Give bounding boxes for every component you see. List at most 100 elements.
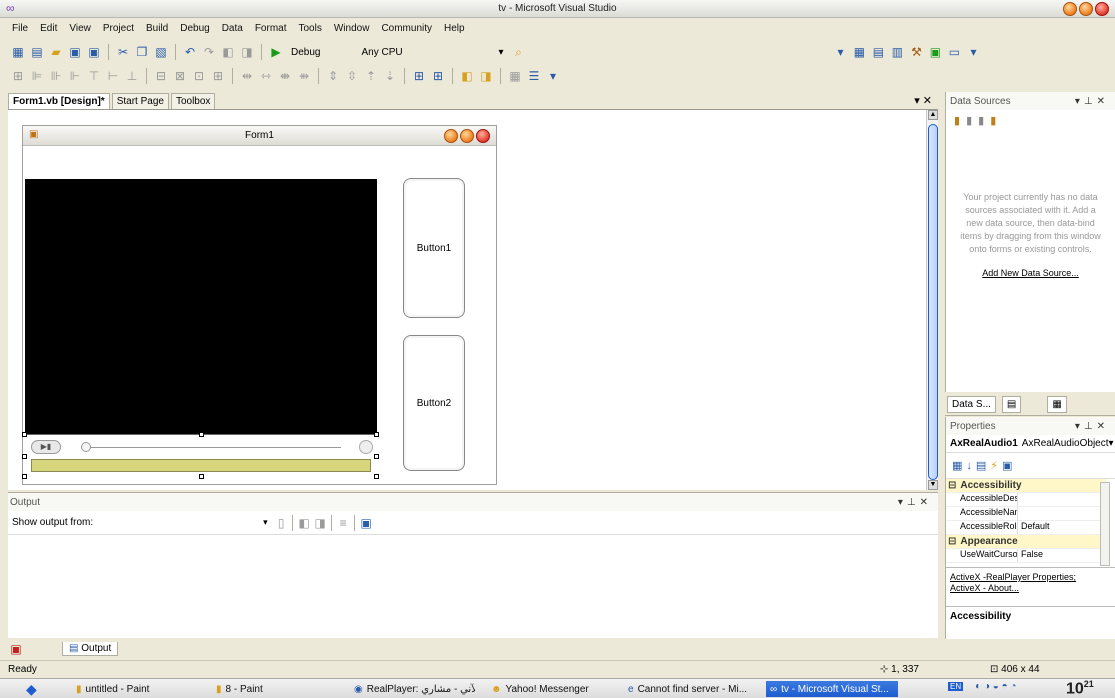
categorized-icon[interactable]: ▦: [952, 459, 962, 472]
prop-row[interactable]: UseWaitCursor False: [946, 549, 1106, 563]
decrease-h-spacing-icon[interactable]: ⇼: [277, 68, 293, 84]
configure-dataset-icon[interactable]: ▮: [978, 115, 990, 127]
realplayer-properties-link[interactable]: ActiveX -RealPlayer Properties;: [950, 572, 1111, 583]
tab-solution-explorer-icon[interactable]: ▤: [1001, 396, 1022, 413]
align-centers-icon[interactable]: ⊪: [48, 68, 64, 84]
panel-pin-close-icon[interactable]: ▾⊥✕: [898, 497, 932, 508]
find-in-files-icon[interactable]: ⌕: [510, 44, 526, 60]
task-yahoo-messenger[interactable]: ☻ Yahoo! Messenger: [487, 681, 593, 697]
task-browser[interactable]: e Cannot find server - Mi...: [624, 681, 751, 697]
selection-handle[interactable]: [199, 474, 204, 479]
paste-icon[interactable]: ▧: [153, 44, 169, 60]
menu-file[interactable]: File: [6, 23, 34, 34]
prop-value[interactable]: [1018, 493, 1021, 506]
add-item-icon[interactable]: ▤: [29, 44, 45, 60]
increase-h-spacing-icon[interactable]: ⇿: [258, 68, 274, 84]
events-icon[interactable]: ⚡: [990, 459, 998, 472]
menu-help[interactable]: Help: [438, 23, 471, 34]
make-same-width-icon[interactable]: ⊟: [153, 68, 169, 84]
start-debug-icon[interactable]: ▶: [268, 44, 284, 60]
menu-view[interactable]: View: [63, 23, 97, 34]
designer-scrollbar[interactable]: ▲ ▼: [926, 110, 938, 490]
close-button[interactable]: [1095, 2, 1109, 16]
selection-handle[interactable]: [22, 432, 27, 437]
align-middles-icon[interactable]: ⊢: [105, 68, 121, 84]
prop-category-appearance[interactable]: ⊟ Appearance: [946, 535, 1106, 549]
menu-data[interactable]: Data: [216, 23, 249, 34]
start-button-icon[interactable]: ◆: [26, 681, 37, 698]
start-page-icon[interactable]: ▣: [927, 44, 943, 60]
scrollbar-thumb[interactable]: [928, 124, 938, 480]
new-project-icon[interactable]: ▦: [10, 44, 26, 60]
copy-icon[interactable]: ❐: [134, 44, 150, 60]
tab-output[interactable]: ▤ Output: [62, 642, 119, 656]
refresh-icon[interactable]: ▮: [990, 115, 1002, 127]
tab-order-icon[interactable]: ▦: [507, 68, 523, 84]
property-grid-scrollbar[interactable]: [1100, 482, 1110, 566]
selection-handle[interactable]: [374, 432, 379, 437]
decrease-v-spacing-icon[interactable]: ⇡: [363, 68, 379, 84]
output-source-select[interactable]: ▾: [263, 517, 273, 528]
button1[interactable]: Button1: [403, 178, 465, 318]
clear-all-icon[interactable]: ≡: [335, 515, 351, 531]
menu-project[interactable]: Project: [97, 23, 140, 34]
align-bottoms-icon[interactable]: ⊥: [124, 68, 140, 84]
undo-icon[interactable]: ↶: [182, 44, 198, 60]
menu-community[interactable]: Community: [375, 23, 438, 34]
remove-v-spacing-icon[interactable]: ⇣: [382, 68, 398, 84]
collapse-icon[interactable]: ⊟: [948, 536, 956, 547]
play-pause-icon[interactable]: ▶▮: [31, 440, 61, 454]
solution-explorer-icon[interactable]: ▦: [851, 44, 867, 60]
tray-icons[interactable]: ◐ ◑ ◒ ◓ ◔: [975, 681, 1016, 692]
realaudio-controls[interactable]: ▶▮: [25, 434, 377, 458]
selection-handle[interactable]: [374, 454, 379, 459]
selection-handle[interactable]: [374, 474, 379, 479]
properties-window-icon[interactable]: ▤: [870, 44, 886, 60]
word-wrap-icon[interactable]: ▣: [358, 515, 374, 531]
prop-row[interactable]: AccessibleDesc: [946, 493, 1106, 507]
collapse-icon[interactable]: ⊟: [948, 480, 956, 491]
selection-handle[interactable]: [22, 474, 27, 479]
tab-data-sources[interactable]: Data S...: [947, 396, 996, 413]
tab-form1-design[interactable]: Form1.vb [Design]*: [8, 93, 110, 109]
toolbar-options-icon[interactable]: ▾: [965, 44, 981, 60]
alphabetical-icon[interactable]: ↓: [966, 460, 972, 472]
navigate-forward-icon[interactable]: ◨: [239, 44, 255, 60]
menu-build[interactable]: Build: [140, 23, 174, 34]
language-indicator[interactable]: EN: [948, 682, 964, 691]
prop-value[interactable]: [1018, 507, 1021, 520]
tab-start-page[interactable]: Start Page: [111, 93, 169, 109]
object-browser-icon[interactable]: ▥: [889, 44, 905, 60]
cut-icon[interactable]: ✂: [115, 44, 131, 60]
tab-toolbox[interactable]: Toolbox: [170, 93, 216, 109]
maximize-button[interactable]: [1079, 2, 1093, 16]
edit-dataset-icon[interactable]: ▮: [966, 115, 978, 127]
platform-select[interactable]: Any CPU ▾: [357, 47, 507, 58]
vertical-spacing-icon[interactable]: ⇕: [325, 68, 341, 84]
add-new-data-source-link[interactable]: Add New Data Source...: [946, 268, 1115, 278]
make-same-height-icon[interactable]: ⊠: [172, 68, 188, 84]
redo-icon[interactable]: ↷: [201, 44, 217, 60]
task-8-paint[interactable]: ▮ 8 - Paint: [212, 681, 267, 697]
horizontal-spacing-icon[interactable]: ⇹: [239, 68, 255, 84]
prop-row[interactable]: AccessibleNam: [946, 507, 1106, 521]
menu-debug[interactable]: Debug: [174, 23, 215, 34]
clock[interactable]: 1021: [1066, 679, 1094, 698]
position-track[interactable]: [81, 447, 341, 448]
go-to-line-icon[interactable]: ▯: [273, 515, 289, 531]
selection-handle[interactable]: [199, 432, 204, 437]
save-icon[interactable]: ▣: [67, 44, 83, 60]
property-pages-icon[interactable]: ▣: [1002, 459, 1012, 472]
solution-config-select[interactable]: Debug: [287, 47, 324, 58]
position-slider-knob[interactable]: [81, 442, 91, 452]
find-next-icon[interactable]: ◨: [312, 515, 328, 531]
center-vertically-icon[interactable]: ⊞: [430, 68, 446, 84]
task-untitled-paint[interactable]: ▮ untitled - Paint: [72, 681, 153, 697]
selection-handle[interactable]: [22, 454, 27, 459]
menu-format[interactable]: Format: [249, 23, 293, 34]
save-all-icon[interactable]: ▣: [86, 44, 102, 60]
toolbar-options-icon[interactable]: ▾: [545, 68, 561, 84]
make-same-size-icon[interactable]: ⊡: [191, 68, 207, 84]
prop-category-accessibility[interactable]: ⊟ Accessibility: [946, 479, 1106, 493]
send-to-back-icon[interactable]: ◨: [478, 68, 494, 84]
